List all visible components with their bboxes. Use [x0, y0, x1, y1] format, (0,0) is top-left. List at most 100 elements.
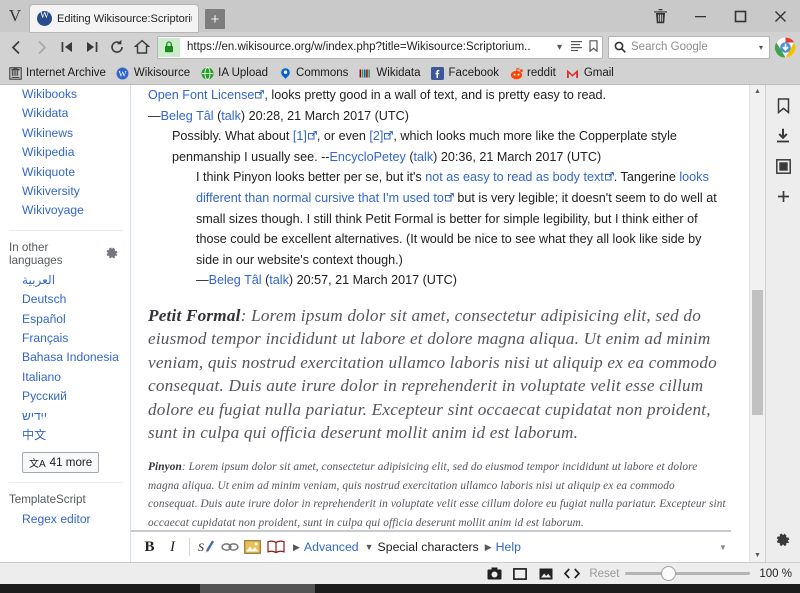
- link-icon[interactable]: [218, 535, 241, 559]
- ref-link-2[interactable]: [2]: [369, 129, 383, 143]
- ref-link-1[interactable]: [1]: [293, 129, 307, 143]
- user-link-beleg-tal[interactable]: Beleg Tâl: [161, 109, 214, 123]
- bookmark-item-reddit[interactable]: reddit: [504, 63, 561, 83]
- search-input[interactable]: Search Google: [631, 41, 753, 53]
- sidebar-item-label: Français: [22, 331, 69, 346]
- gear-icon[interactable]: [105, 247, 119, 261]
- advanced-menu[interactable]: ▶ Advanced: [293, 540, 359, 554]
- signature-icon[interactable]: S: [195, 535, 218, 559]
- sidebar-item-deutsch[interactable]: Deutsch: [0, 290, 131, 309]
- body-text-link[interactable]: not as easy to read as body text: [425, 170, 604, 184]
- sidebar-item-wikinews[interactable]: Wikinews: [0, 124, 131, 143]
- external-link-icon: [307, 126, 317, 140]
- sidebar-item-yiddish[interactable]: ייִדיש: [0, 407, 131, 426]
- sidebar-item-wikivoyage[interactable]: Wikivoyage: [0, 201, 131, 220]
- bookmark-label: Commons: [296, 67, 349, 79]
- bookmark-label: IA Upload: [218, 67, 269, 79]
- scroll-up-icon[interactable]: ▲: [750, 85, 765, 98]
- zoom-slider[interactable]: [625, 566, 751, 582]
- minimize-icon[interactable]: [680, 0, 720, 32]
- chevron-down-icon[interactable]: ▾: [551, 42, 568, 53]
- talk-link[interactable]: talk: [414, 150, 434, 164]
- zoom-reset-button[interactable]: Reset: [589, 568, 619, 580]
- sidebar-panel-icon[interactable]: [769, 151, 797, 181]
- code-icon[interactable]: [559, 564, 585, 584]
- window-icon[interactable]: [507, 564, 533, 584]
- signature-dash: —: [148, 108, 161, 123]
- reference-book-icon[interactable]: [264, 535, 287, 559]
- wikidata-icon: [358, 66, 372, 80]
- sidebar-item-italiano[interactable]: Italiano: [0, 368, 131, 387]
- reader-mode-icon[interactable]: [568, 40, 585, 54]
- bookmark-icon[interactable]: [769, 91, 797, 121]
- slider-knob[interactable]: [661, 566, 677, 581]
- sidebar-item-arabic[interactable]: العربية: [0, 271, 131, 290]
- first-page-icon[interactable]: [54, 34, 79, 60]
- bookmark-item-wikisource[interactable]: W Wikisource: [111, 63, 195, 83]
- bookmark-item-ia-upload[interactable]: IA Upload: [195, 63, 273, 83]
- bookmark-icon[interactable]: [585, 39, 602, 55]
- sidebar-item-wikiversity[interactable]: Wikiversity: [0, 182, 131, 201]
- font-sample-text: Lorem ipsum dolor sit amet, consectetur …: [148, 460, 726, 529]
- browser-tab[interactable]: Editing Wikisource:Scriptoriu: [30, 5, 198, 32]
- chrome-download-icon[interactable]: [775, 36, 796, 58]
- talk-link[interactable]: talk: [221, 109, 241, 123]
- sidebar-item-wikipedia[interactable]: Wikipedia: [0, 143, 131, 162]
- gear-icon[interactable]: [769, 526, 797, 556]
- search-bar[interactable]: Search Google ▾: [608, 35, 770, 59]
- sidebar-item-wikidata[interactable]: Wikidata: [0, 104, 131, 123]
- bookmark-item-wikidata[interactable]: Wikidata: [353, 63, 425, 83]
- new-tab-button[interactable]: +: [205, 9, 225, 29]
- paren-open: (: [405, 149, 414, 164]
- open-font-license-link[interactable]: Open Font License: [148, 88, 254, 102]
- help-menu[interactable]: ▶ Help: [485, 540, 521, 554]
- sidebar-item-wikibooks[interactable]: Wikibooks: [0, 85, 131, 104]
- trash-icon[interactable]: [640, 0, 680, 32]
- italic-button[interactable]: I: [161, 535, 184, 559]
- back-icon[interactable]: [4, 34, 29, 60]
- sidebar-item-regex-editor[interactable]: Regex editor: [0, 510, 131, 529]
- sidebar-item-wikiquote[interactable]: Wikiquote: [0, 163, 131, 182]
- bookmark-item-internet-archive[interactable]: Internet Archive: [3, 63, 111, 83]
- camera-icon[interactable]: [481, 564, 507, 584]
- chevron-down-icon[interactable]: ▾: [753, 43, 769, 52]
- scrollbar-thumb[interactable]: [752, 290, 763, 415]
- special-characters-label: Special characters: [377, 540, 479, 554]
- home-icon[interactable]: [129, 34, 154, 60]
- chevron-right-icon: ▶: [293, 541, 300, 552]
- page-scrollbar[interactable]: ▲ ▼: [749, 85, 765, 562]
- download-icon[interactable]: [769, 121, 797, 151]
- last-page-icon[interactable]: [79, 34, 104, 60]
- sidebar-item-francais[interactable]: Français: [0, 329, 131, 348]
- address-bar[interactable]: https://en.wikisource.org/w/index.php?ti…: [157, 35, 603, 59]
- bookmark-label: Internet Archive: [26, 67, 106, 79]
- user-link-beleg-tal[interactable]: Beleg Tâl: [209, 273, 262, 287]
- bold-button[interactable]: B: [138, 535, 161, 559]
- close-icon[interactable]: [760, 0, 800, 32]
- help-label: Help: [495, 540, 521, 554]
- scroll-down-icon[interactable]: ▼: [750, 549, 765, 562]
- special-characters-menu[interactable]: ▼ Special characters: [365, 540, 479, 554]
- sidebar-item-bahasa-indonesia[interactable]: Bahasa Indonesia: [0, 348, 131, 367]
- sidebar-item-chinese[interactable]: 中文: [0, 426, 131, 445]
- sidebar-item-espanol[interactable]: Español: [0, 310, 131, 329]
- talk-link[interactable]: talk: [269, 273, 289, 287]
- bookmark-label: reddit: [527, 67, 556, 79]
- image-icon[interactable]: [241, 535, 264, 559]
- app-logo: V: [8, 6, 22, 25]
- bookmark-item-commons[interactable]: Commons: [273, 63, 353, 83]
- picture-icon[interactable]: [533, 564, 559, 584]
- sidebar-item-label: ייִדיש: [22, 408, 47, 423]
- user-link-encyclopetey[interactable]: EncycloPetey: [330, 150, 406, 164]
- bookmark-item-facebook[interactable]: Facebook: [426, 63, 505, 83]
- sidebar-item-russian[interactable]: Русский: [0, 387, 131, 406]
- maximize-icon[interactable]: [720, 0, 760, 32]
- reload-icon[interactable]: [104, 34, 129, 60]
- add-icon[interactable]: [769, 181, 797, 211]
- sidebar-item-label: Deutsch: [22, 292, 67, 307]
- bookmark-item-gmail[interactable]: Gmail: [561, 63, 619, 83]
- more-languages-button[interactable]: 文A 41 more: [22, 451, 100, 473]
- chevron-down-icon[interactable]: ▼: [715, 543, 731, 552]
- page-viewport: Wikibooks Wikidata Wikinews Wikipedia Wi…: [0, 85, 800, 562]
- sidebar-item-label: Italiano: [22, 369, 61, 384]
